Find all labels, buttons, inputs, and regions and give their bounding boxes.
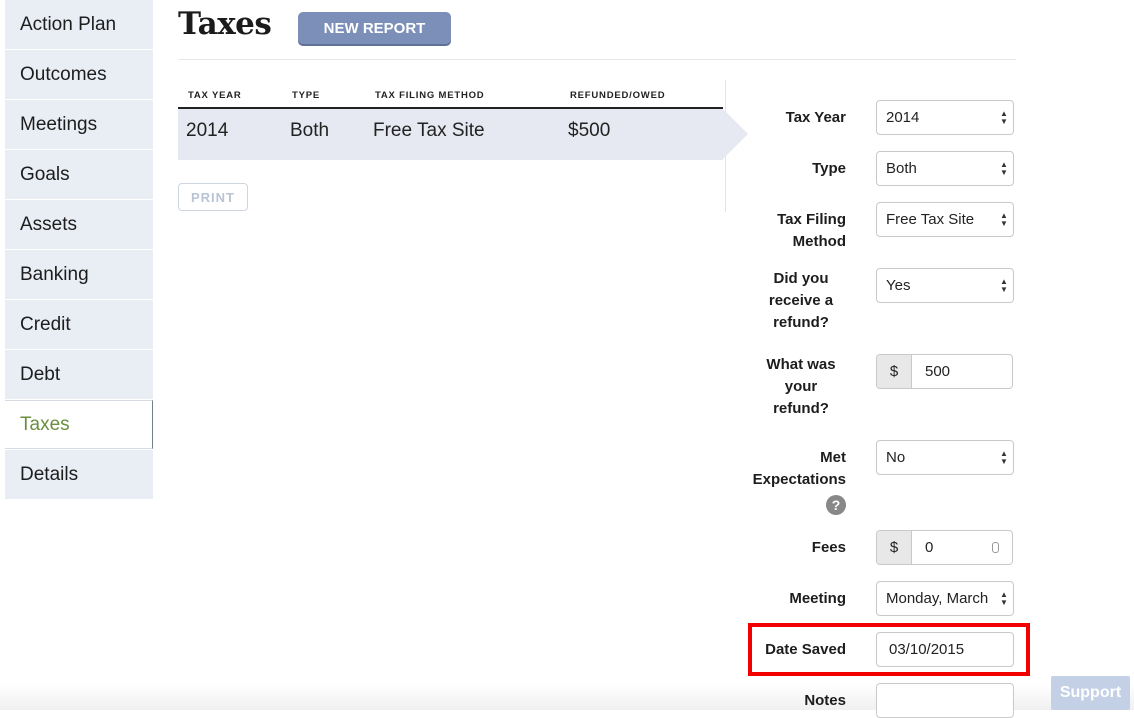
fees-value: 0 [925, 539, 934, 556]
table-header: TAX YEAR TYPE TAX FILING METHOD REFUNDED… [178, 86, 723, 109]
refund-amount-input[interactable]: $ 500 [876, 354, 1013, 389]
sidebar-item-taxes[interactable]: Taxes [5, 400, 153, 449]
new-report-button[interactable]: NEW REPORT [298, 12, 451, 44]
notes-input[interactable] [876, 683, 1014, 718]
select-arrows-icon: ▲ ▼ [1000, 590, 1008, 607]
sidebar-item-goals[interactable]: Goals [5, 150, 153, 199]
filing-method-select[interactable]: Free Tax Site ▲ ▼ [876, 202, 1014, 237]
sidebar-item-credit[interactable]: Credit [5, 300, 153, 349]
type-select[interactable]: Both ▲ ▼ [876, 151, 1014, 186]
cell-type: Both [290, 120, 330, 141]
met-expectations-label: Met Expectations [752, 449, 846, 488]
received-refund-select[interactable]: Yes ▲ ▼ [876, 268, 1014, 303]
select-arrows-icon: ▲ ▼ [1000, 277, 1008, 294]
meeting-select[interactable]: Monday, March ▲ ▼ [876, 581, 1014, 616]
column-header-tax-filing-method: TAX FILING METHOD [375, 90, 485, 101]
dollar-prefix: $ [877, 355, 912, 388]
cell-tax-year: 2014 [186, 120, 229, 141]
select-arrows-icon: ▲ ▼ [1000, 160, 1008, 177]
page-title: Taxes [178, 6, 272, 42]
sidebar-item-banking[interactable]: Banking [5, 250, 153, 299]
met-expectations-select[interactable]: No ▲ ▼ [876, 440, 1014, 475]
met-expectations-value: No [886, 449, 906, 466]
filing-method-value: Free Tax Site [886, 211, 975, 228]
help-icon[interactable]: ? [826, 495, 846, 515]
header-divider [178, 59, 1016, 60]
sidebar-item-details[interactable]: Details [5, 450, 153, 499]
fees-input[interactable]: $ 0 [876, 530, 1013, 565]
support-button[interactable]: Support [1051, 676, 1130, 710]
refund-amount-value: 500 [925, 363, 951, 380]
sidebar-nav: Action Plan Outcomes Meetings Goals Asse… [5, 0, 153, 500]
select-arrows-icon: ▲ ▼ [1000, 211, 1008, 228]
notes-label: Notes [804, 692, 846, 709]
sidebar-item-assets[interactable]: Assets [5, 200, 153, 249]
fees-label: Fees [811, 539, 846, 556]
filing-method-label: Tax Filing Method [777, 211, 846, 250]
table-row[interactable]: 2014 Both Free Tax Site $500 [178, 109, 723, 160]
select-arrows-icon: ▲ ▼ [1000, 109, 1008, 126]
print-button[interactable]: PRINT [178, 183, 248, 211]
received-refund-label: Did you receive a refund? [768, 270, 834, 331]
type-label: Type [812, 160, 846, 177]
highlight-box [748, 623, 1030, 676]
tax-year-select[interactable]: 2014 ▲ ▼ [876, 100, 1014, 135]
dollar-prefix: $ [877, 531, 912, 564]
cell-filing-method: Free Tax Site [373, 120, 485, 141]
number-spinner-icon[interactable] [992, 542, 999, 553]
refund-amount-label: What was your refund? [766, 356, 836, 417]
sidebar-item-debt[interactable]: Debt [5, 350, 153, 399]
cell-refunded-owed: $500 [568, 120, 611, 141]
type-value: Both [886, 160, 917, 177]
sidebar-item-meetings[interactable]: Meetings [5, 100, 153, 149]
column-header-refunded-owed: REFUNDED/OWED [570, 90, 666, 101]
sidebar-item-outcomes[interactable]: Outcomes [5, 50, 153, 99]
received-refund-value: Yes [886, 277, 911, 294]
select-arrows-icon: ▲ ▼ [1000, 449, 1008, 466]
meeting-label: Meeting [789, 590, 846, 607]
tax-year-value: 2014 [886, 109, 920, 126]
column-header-tax-year: TAX YEAR [188, 90, 242, 101]
sidebar-item-action-plan[interactable]: Action Plan [5, 0, 153, 49]
column-header-type: TYPE [292, 90, 321, 101]
meeting-value: Monday, March [886, 590, 989, 607]
tax-year-label: Tax Year [785, 109, 846, 126]
